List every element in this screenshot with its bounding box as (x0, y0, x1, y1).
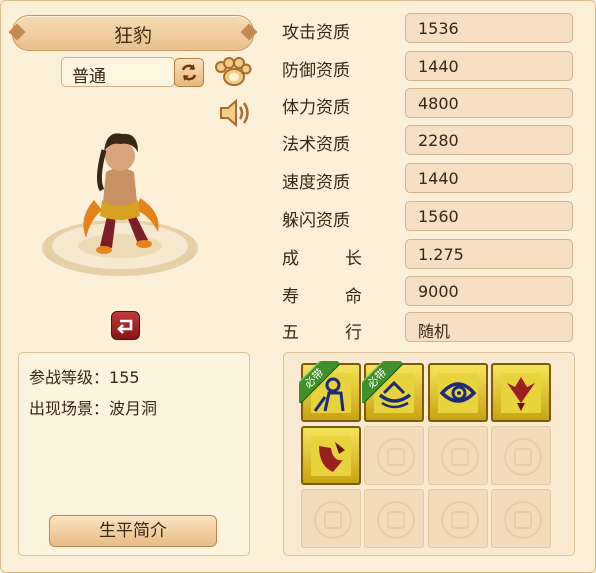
stat-label-element: 五行 (282, 318, 362, 343)
biography-button[interactable]: 生平简介 (49, 515, 217, 547)
skill-slot-5[interactable] (301, 426, 361, 485)
stat-label-growth-a: 成 (282, 249, 299, 269)
switch-variant-button[interactable] (174, 58, 204, 87)
rotate-model-button[interactable] (111, 311, 140, 340)
empty-skill-slot (301, 489, 361, 548)
must-have-ribbon: 必带 (299, 361, 341, 403)
stat-label-lifespan: 寿命 (282, 282, 362, 307)
skill-eagle-icon (501, 373, 541, 413)
stat-box-element: 随机 (405, 312, 573, 342)
stat-label-defense: 防御资质 (282, 61, 350, 81)
stat-value-speed: 1440 (418, 169, 459, 188)
stat-label-dodge: 躲闪资质 (282, 211, 350, 231)
stat-value-stamina: 4800 (418, 94, 459, 113)
stat-label-lifespan-a: 寿 (282, 287, 299, 307)
voice-button[interactable] (218, 96, 254, 130)
pet-figure-illustration (42, 133, 198, 276)
skill-eye-icon (438, 373, 478, 413)
stat-value-element: 随机 (418, 322, 451, 341)
stat-value-attack: 1536 (418, 19, 459, 38)
stat-label-element-b: 行 (345, 323, 362, 343)
variant-dropdown[interactable]: 普通 (61, 57, 175, 87)
stat-label-growth-b: 长 (345, 249, 362, 269)
stat-box-lifespan: 9000 (405, 276, 573, 306)
stat-label-stamina: 体力资质 (282, 98, 350, 118)
stat-value-growth: 1.275 (418, 245, 464, 264)
stat-box-growth: 1.275 (405, 239, 573, 269)
stat-box-stamina: 4800 (405, 88, 573, 118)
stat-value-defense: 1440 (418, 57, 459, 76)
must-have-tag: 必带 (299, 361, 341, 403)
stat-box-attack: 1536 (405, 13, 573, 43)
stat-label-element-a: 五 (282, 323, 299, 343)
speaker-icon (220, 98, 249, 128)
stat-box-dodge: 1560 (405, 201, 573, 231)
stat-value-magic: 2280 (418, 131, 459, 150)
stat-label-speed: 速度资质 (282, 173, 350, 193)
empty-skill-slot (428, 426, 488, 485)
pet-info-box: 参战等级：155 出现场景：波月洞 生平简介 (18, 352, 250, 556)
variant-label: 普通 (72, 67, 106, 87)
stat-box-defense: 1440 (405, 51, 573, 81)
paw-print-icon (215, 57, 252, 86)
pet-model[interactable] (40, 120, 210, 290)
appear-scene-label: 出现场景： (29, 399, 110, 418)
skill-slot-1[interactable]: 必带 (299, 361, 361, 422)
stat-label-magic: 法术资质 (282, 135, 350, 155)
stat-box-magic: 2280 (405, 125, 573, 155)
appear-scene-line: 出现场景：波月洞 (29, 395, 157, 419)
pet-name-ribbon: 狂豹 (12, 15, 254, 51)
empty-skill-slot (491, 489, 551, 548)
must-have-ribbon: 必带 (362, 361, 404, 403)
skill-slot-3[interactable] (428, 363, 488, 422)
must-have-tag: 必带 (362, 361, 404, 403)
stat-value-lifespan: 9000 (418, 282, 459, 301)
stat-value-dodge: 1560 (418, 207, 459, 226)
battle-level-label: 参战等级： (29, 368, 110, 387)
paw-button[interactable] (212, 57, 252, 89)
stat-label-growth: 成长 (282, 244, 362, 269)
refresh-icon (181, 64, 197, 81)
empty-skill-slot (364, 426, 424, 485)
rotate-icon (117, 319, 133, 334)
battle-level-value: 155 (109, 368, 140, 387)
stat-label-lifespan-b: 命 (345, 287, 362, 307)
skill-shield-icon (311, 436, 351, 476)
empty-skill-slot (364, 489, 424, 548)
empty-skill-slot (428, 489, 488, 548)
skill-slot-4[interactable] (491, 363, 551, 422)
stat-label-attack: 攻击资质 (282, 23, 350, 43)
skills-grid: 必带 必带 (283, 352, 575, 556)
appear-scene-value: 波月洞 (109, 399, 158, 418)
battle-level-line: 参战等级：155 (29, 364, 140, 388)
pet-name: 狂豹 (113, 25, 152, 47)
stat-box-speed: 1440 (405, 163, 573, 193)
empty-skill-slot (491, 426, 551, 485)
skill-slot-2[interactable]: 必带 (362, 361, 424, 422)
